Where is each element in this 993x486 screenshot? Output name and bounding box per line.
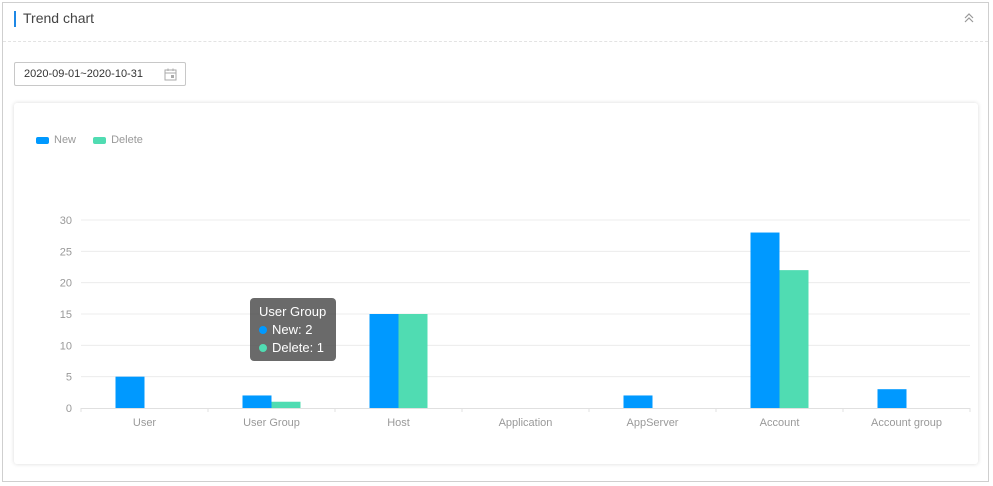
date-range-value: 2020-09-01~2020-10-31: [24, 68, 143, 80]
x-tick-label: User Group: [243, 417, 300, 429]
calendar-icon[interactable]: [164, 68, 177, 81]
date-range-picker[interactable]: 2020-09-01~2020-10-31: [14, 62, 186, 86]
tooltip-title: User Group: [259, 304, 327, 319]
bar-new-6[interactable]: [877, 389, 907, 408]
legend-swatch-delete: [93, 136, 107, 144]
chart-tooltip: User Group New: 2 Delete: 1: [250, 298, 336, 361]
bar-delete-5[interactable]: [779, 270, 809, 408]
chart-card: 0 5 10 15 20 25 30 User User Group Host Applicatio…: [14, 103, 978, 464]
legend-swatch-new: [36, 136, 49, 144]
legend-item-delete[interactable]: Delete: [93, 134, 143, 146]
x-tick-label: Account: [760, 417, 800, 429]
tooltip-row-new: New: 2: [259, 321, 327, 339]
y-tick-label: 25: [60, 246, 72, 258]
bar-delete-2[interactable]: [398, 314, 428, 408]
y-tick-label: 0: [66, 403, 72, 415]
bar-new-1[interactable]: [242, 395, 272, 408]
bar-new-4[interactable]: [623, 395, 653, 408]
y-tick-label: 5: [66, 372, 72, 384]
tooltip-dot-new: [259, 326, 267, 334]
panel-title: Trend chart: [23, 10, 95, 26]
chart-legend: New Delete: [36, 134, 157, 147]
y-tick-label: 30: [60, 215, 72, 227]
x-tick-label: Application: [499, 417, 553, 429]
tooltip-dot-delete: [259, 344, 267, 352]
y-tick-label: 10: [60, 340, 72, 352]
tooltip-row-delete: Delete: 1: [259, 339, 327, 357]
x-tick-label: Host: [387, 417, 410, 429]
bar-new-5[interactable]: [750, 232, 780, 408]
legend-label-new: New: [54, 134, 77, 146]
bar-delete-1[interactable]: [271, 401, 301, 408]
legend-item-new[interactable]: New: [36, 134, 76, 146]
tooltip-new-text: New: 2: [272, 322, 313, 337]
y-tick-label: 15: [60, 309, 72, 321]
panel-header: Trend chart: [3, 3, 988, 42]
double-chevron-up-icon[interactable]: [960, 9, 978, 27]
bar-new-0[interactable]: [115, 376, 145, 408]
x-tick-label: User: [133, 417, 157, 429]
bar-new-2[interactable]: [369, 314, 399, 408]
x-tick-label: AppServer: [627, 417, 679, 429]
legend-label-delete: Delete: [111, 134, 143, 146]
x-tick-label: Account group: [871, 417, 942, 429]
y-tick-label: 20: [60, 278, 72, 290]
tooltip-delete-text: Delete: 1: [272, 340, 325, 355]
bar-chart: 0 5 10 15 20 25 30 User User Group Host Applicatio…: [60, 215, 971, 429]
trend-chart-panel: Trend chart 2020-09-01~2020-10-31 0 5 10 15…: [2, 2, 989, 482]
title-accent-bar: [14, 11, 16, 27]
